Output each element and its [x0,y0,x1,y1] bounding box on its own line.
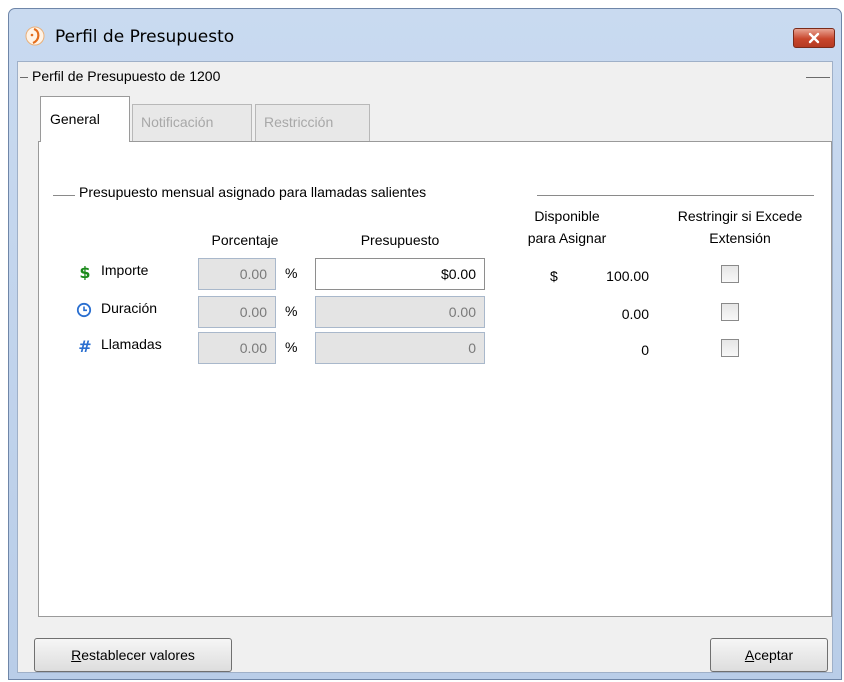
col-restrict-line2: Extensión [709,230,771,246]
llamadas-restrict-checkbox[interactable] [721,339,739,357]
hash-icon: # [78,338,91,354]
group-divider-right [806,77,830,78]
row-duracion-label: Duración [101,300,158,316]
importe-budget-input[interactable]: $0.00 [315,258,485,290]
tab-restriccion: Restricción [255,104,370,141]
svg-text:$: $ [79,264,90,280]
col-restrict-line1: Restringir si Excede [677,208,803,224]
duracion-percent-symbol: % [285,303,298,319]
col-percentage-header: Porcentaje [211,232,279,248]
duracion-restrict-checkbox[interactable] [721,303,739,321]
reset-button-label: establecer valores [81,647,195,663]
dollar-icon: $ [79,264,90,280]
title-bar[interactable]: Perfil de Presupuesto [9,9,841,61]
reset-values-button[interactable]: Restablecer valores [34,638,232,672]
tab-restriccion-label: Restricción [264,114,334,130]
row-importe-label: Importe [101,262,149,278]
accept-button[interactable]: Aceptar [710,638,828,672]
col-available-line2: para Asignar [527,230,607,246]
importe-restrict-checkbox[interactable] [721,265,739,283]
tab-notificacion: Notificación [132,104,252,141]
importe-available-symbol: $ [550,268,558,284]
reset-button-mnemonic: R [71,647,82,663]
importe-percent-input: 0.00 [198,258,276,290]
close-icon [808,32,820,44]
dialog-window: Perfil de Presupuesto Perfil de Presupue… [8,8,842,680]
budget-section-title: Presupuesto mensual asignado para llamad… [79,184,427,200]
clock-icon [76,302,92,318]
llamadas-available-value: 0 [641,342,649,358]
svg-text:#: # [78,338,91,354]
profile-group-header: Perfil de Presupuesto de 1200 [20,67,830,87]
row-llamadas-label: Llamadas [101,336,162,352]
profile-group-title: Perfil de Presupuesto de 1200 [32,68,221,84]
llamadas-percent-symbol: % [285,339,298,355]
col-budget-header: Presupuesto [360,232,440,248]
window-title: Perfil de Presupuesto [55,27,235,47]
duracion-available-value: 0.00 [621,306,649,322]
duracion-budget-input: 0.00 [315,296,485,328]
tab-general-label: General [50,111,100,127]
accept-button-label: ceptar [754,647,794,663]
importe-percent-symbol: % [285,265,298,281]
importe-available-value: 100.00 [606,268,649,284]
llamadas-percent-input: 0.00 [198,332,276,364]
accept-button-mnemonic: A [744,647,755,663]
col-restrict-header: Restringir si Excede Extensión [651,205,829,249]
col-available-header: Disponible para Asignar [509,205,625,249]
section-divider-left [53,195,75,196]
tab-general[interactable]: General [40,96,130,142]
duracion-percent-input: 0.00 [198,296,276,328]
close-button[interactable] [793,28,835,48]
dialog-client-area: Perfil de Presupuesto de 1200 General No… [17,61,833,673]
tab-notificacion-label: Notificación [141,114,214,130]
group-divider-left [20,77,28,78]
col-available-line1: Disponible [534,208,600,224]
general-tab-panel: Presupuesto mensual asignado para llamad… [38,141,832,617]
llamadas-budget-input: 0 [315,332,485,364]
section-divider-right [537,195,814,196]
app-logo-icon [25,26,45,46]
